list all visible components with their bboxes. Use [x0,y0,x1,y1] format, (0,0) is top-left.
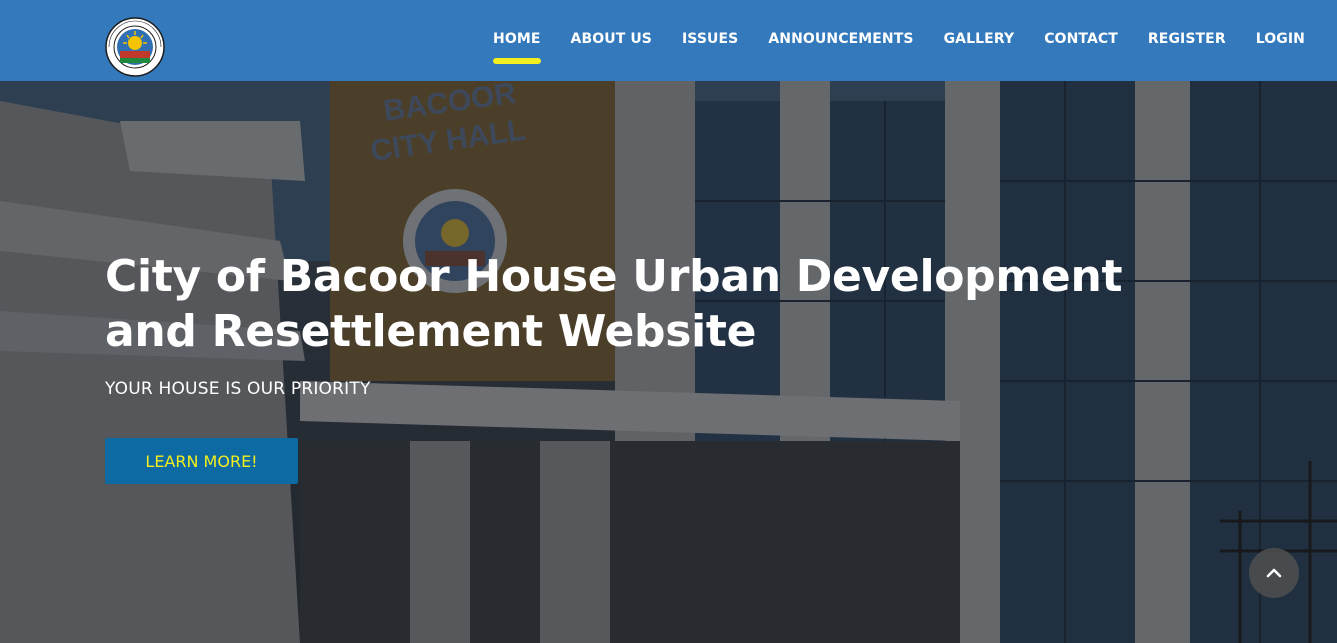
nav-login-label: LOGIN [1255,31,1305,47]
nav-gallery-label: GALLERY [943,31,1015,47]
hero-title: City of Bacoor House Urban Development a… [105,251,1123,357]
main-nav: HOME ABOUT US ISSUES ANNOUNCEMENTS GALLE… [478,0,1320,81]
nav-home[interactable]: HOME [478,0,556,81]
nav-about-us[interactable]: ABOUT US [556,0,667,81]
nav-issues-label: ISSUES [681,31,739,47]
hero-dark-overlay [0,81,1337,643]
nav-announcements-label: ANNOUNCEMENTS [768,31,914,47]
active-underline [493,58,541,64]
back-to-top-button[interactable] [1249,548,1299,598]
learn-more-button[interactable]: LEARN MORE! [105,438,298,484]
nav-issues[interactable]: ISSUES [667,0,753,81]
hero-section: BACOOR CITY HALL City of Bacoor House Ur… [0,81,1337,643]
nav-login[interactable]: LOGIN [1241,0,1320,81]
city-seal-logo[interactable] [105,17,165,77]
nav-register-label: REGISTER [1147,31,1226,47]
chevron-up-icon [1266,568,1282,578]
navbar: HOME ABOUT US ISSUES ANNOUNCEMENTS GALLE… [0,0,1337,81]
nav-contact[interactable]: CONTACT [1029,0,1133,81]
hero-subtitle: YOUR HOUSE IS OUR PRIORITY [105,379,371,399]
nav-register[interactable]: REGISTER [1133,0,1241,81]
nav-contact-label: CONTACT [1044,31,1118,47]
nav-about-us-label: ABOUT US [570,31,652,47]
nav-gallery[interactable]: GALLERY [929,0,1030,81]
nav-home-label: HOME [493,31,541,47]
nav-announcements[interactable]: ANNOUNCEMENTS [753,0,928,81]
